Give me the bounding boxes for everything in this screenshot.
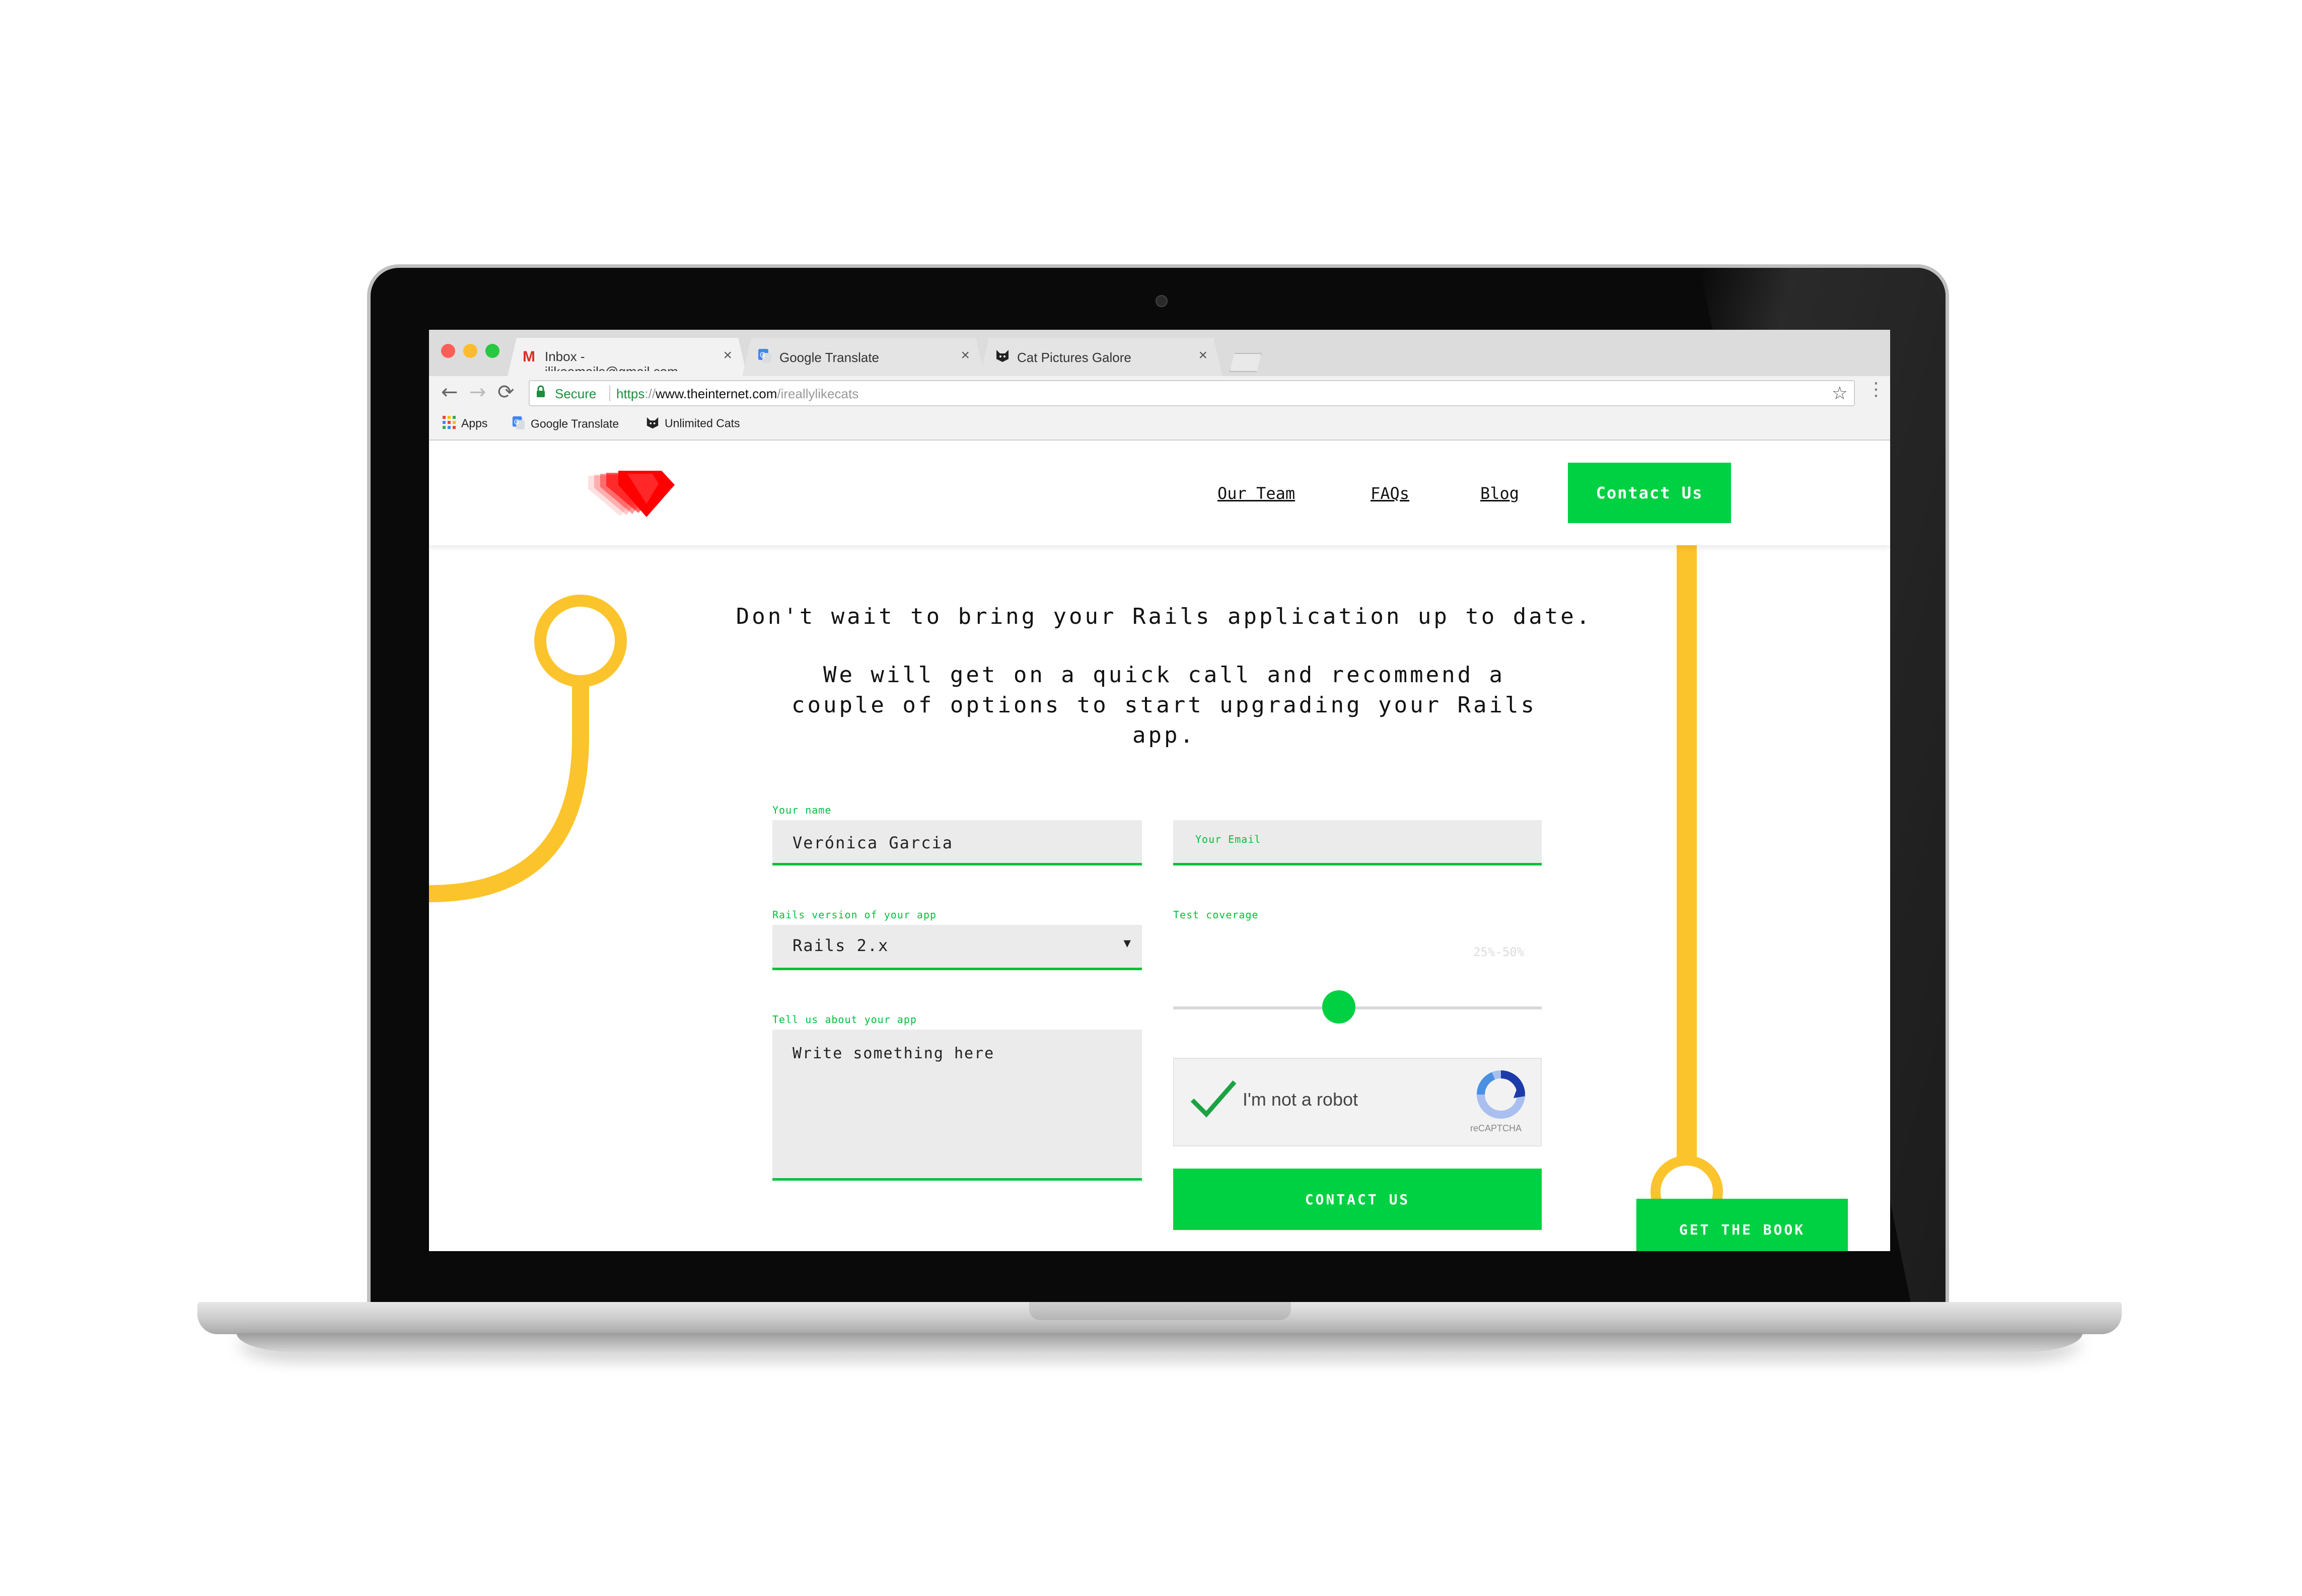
bookmark-label: Apps: [461, 416, 488, 430]
tab-google-translate[interactable]: G Google Translate ×: [742, 338, 985, 376]
minimize-window-icon[interactable]: [463, 344, 477, 358]
close-tab-icon[interactable]: ×: [1198, 347, 1207, 364]
forward-arrow-icon[interactable]: →: [469, 379, 486, 405]
recaptcha-widget[interactable]: I'm not a robot reCAPTCHA: [1173, 1058, 1542, 1146]
bookmark-unlimited-cats[interactable]: Unlimited Cats: [645, 415, 740, 433]
website: Our Team FAQs Blog Contact Us Don't wait…: [429, 441, 1890, 1251]
nav-blog[interactable]: Blog: [1480, 484, 1519, 503]
tab-title: Cat Pictures Galore: [1017, 350, 1131, 365]
test-coverage-slider-track[interactable]: [1173, 1006, 1542, 1009]
url-domain: www.theinternet.com: [656, 386, 777, 401]
decorative-lines: [429, 541, 1723, 1251]
contact-us-submit-button[interactable]: CONTACT US: [1173, 1169, 1542, 1230]
checkmark-icon[interactable]: [1189, 1078, 1238, 1118]
new-tab-button[interactable]: [1230, 353, 1262, 372]
url-scheme: https: [616, 386, 645, 401]
google-translate-icon: G: [512, 415, 526, 434]
nav-faqs[interactable]: FAQs: [1371, 484, 1409, 503]
test-coverage-slider-thumb[interactable]: [1322, 990, 1356, 1024]
ruby-logo[interactable]: [588, 469, 679, 519]
laptop-notch: [1029, 1302, 1291, 1320]
tab-title: Google Translate: [779, 350, 880, 365]
chevron-down-icon: ▼: [1123, 936, 1131, 950]
about-app-placeholder: Write something here: [793, 1045, 995, 1062]
address-bar[interactable]: Secure https://www.theinternet.com/ireal…: [529, 380, 1855, 406]
nav-contact-button[interactable]: Contact Us: [1568, 463, 1731, 523]
left-track-line: [429, 662, 589, 902]
email-input[interactable]: Your Email: [1173, 820, 1542, 865]
close-tab-icon[interactable]: ×: [723, 347, 732, 364]
nav-our-team[interactable]: Our Team: [1217, 484, 1295, 503]
maximize-window-icon[interactable]: [485, 344, 499, 358]
email-placeholder: Your Email: [1195, 833, 1261, 845]
bookmark-label: Google Translate: [531, 417, 619, 430]
cat-icon: [645, 415, 660, 433]
tab-strip: M Inbox - ilikeemails@gmail.com × G Goog…: [429, 330, 1890, 376]
site-header: Our Team FAQs Blog Contact Us: [429, 441, 1890, 545]
svg-text:G: G: [760, 351, 765, 359]
url-separator: ://: [644, 386, 656, 401]
google-translate-icon: G: [757, 348, 772, 369]
url-path: /ireallylikecats: [777, 386, 859, 401]
apps-grid-icon: [442, 415, 456, 433]
browser-menu-icon[interactable]: ⋮: [1867, 379, 1885, 400]
rails-version-value: Rails 2.x: [793, 936, 889, 955]
svg-text:G: G: [514, 419, 519, 426]
tab-title: Inbox - ilikeemails@gmail.com: [545, 349, 585, 364]
name-input[interactable]: Verónica Garcia: [772, 820, 1142, 865]
recaptcha-brand: reCAPTCHA: [1470, 1123, 1522, 1133]
name-value: Verónica Garcia: [793, 833, 953, 852]
about-app-label: Tell us about your app: [772, 1013, 917, 1026]
reload-icon[interactable]: ⟳: [497, 379, 515, 405]
cat-icon: [995, 348, 1010, 368]
bookmark-google-translate[interactable]: G Google Translate: [512, 415, 619, 434]
laptop-base-bottom: [237, 1333, 2082, 1352]
bookmarks-bar: Apps G Google Translate Unlimited Cats: [429, 408, 1890, 441]
name-label: Your name: [772, 804, 832, 816]
rails-version-label: Rails version of your app: [772, 909, 937, 921]
omnibox-divider: [609, 385, 610, 401]
bookmark-label: Unlimited Cats: [665, 416, 740, 430]
headline-secondary: We will get on a quick call and recommen…: [791, 662, 1537, 748]
bookmark-apps[interactable]: Apps: [442, 415, 487, 433]
screen: M Inbox - ilikeemails@gmail.com × G Goog…: [429, 330, 1890, 1251]
about-app-textarea[interactable]: Write something here: [772, 1030, 1142, 1181]
webcam: [1156, 295, 1168, 307]
test-coverage-label: Test coverage: [1173, 909, 1259, 921]
recaptcha-logo-icon: [1477, 1070, 1526, 1119]
secure-label: Secure: [555, 386, 597, 401]
url-text: https://www.theinternet.com/ireallylikec…: [616, 386, 858, 402]
close-window-icon[interactable]: [441, 344, 455, 358]
close-tab-icon[interactable]: ×: [961, 347, 970, 364]
tab-cat-pictures[interactable]: Cat Pictures Galore ×: [980, 338, 1222, 376]
recaptcha-label: I'm not a robot: [1243, 1089, 1358, 1110]
tab-inbox[interactable]: M Inbox - ilikeemails@gmail.com ×: [508, 338, 747, 376]
get-the-book-button[interactable]: GET THE BOOK: [1636, 1199, 1848, 1251]
test-coverage-value: 25%-50%: [1473, 945, 1525, 959]
browser-toolbar: ← → ⟳ Secure https://www.theinternet.com…: [429, 376, 1890, 408]
bookmark-star-icon[interactable]: ☆: [1832, 383, 1848, 404]
lock-icon: [536, 385, 546, 402]
gmail-icon: M: [523, 348, 535, 365]
left-track-ring: [534, 595, 627, 687]
rails-version-select[interactable]: Rails 2.x ▼: [772, 925, 1142, 970]
headline-primary: Don't wait to bring your Rails applicati…: [736, 604, 1593, 629]
back-arrow-icon[interactable]: ←: [441, 379, 458, 405]
